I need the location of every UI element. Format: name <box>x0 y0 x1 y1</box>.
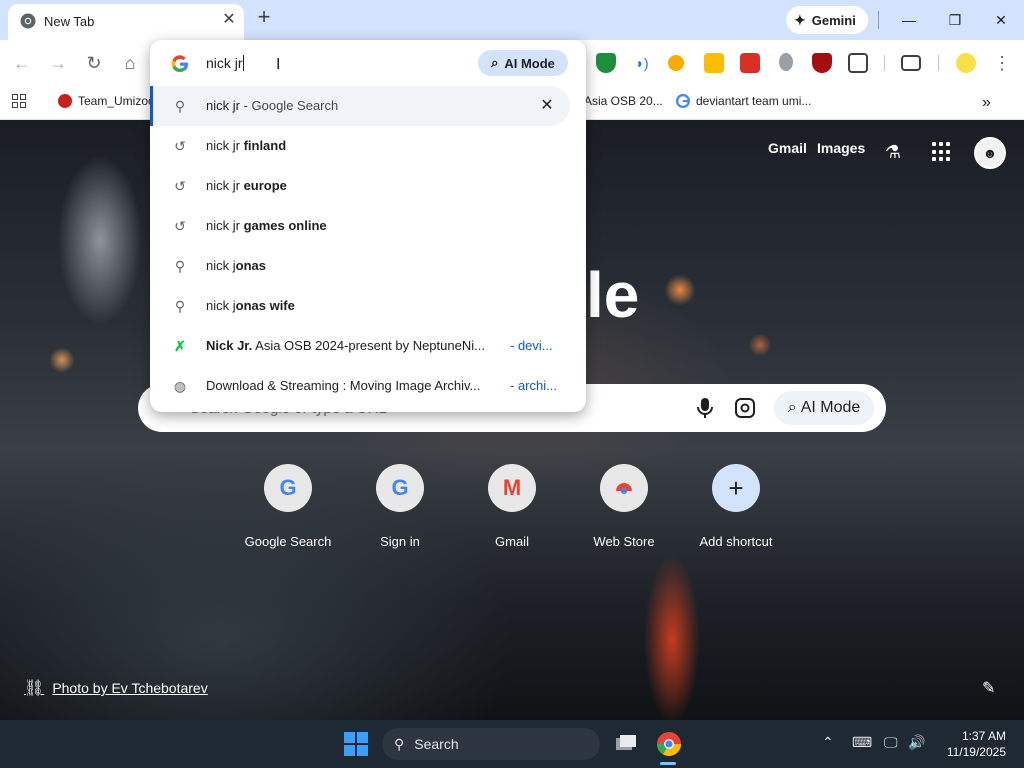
reload-button[interactable]: ↻ <box>83 52 105 74</box>
more-bookmarks-chevron-icon[interactable]: » <box>982 94 991 112</box>
images-link[interactable]: Images <box>817 140 865 156</box>
forward-button[interactable]: → <box>47 52 69 74</box>
divider <box>878 11 879 29</box>
thumbs-extension-icon[interactable] <box>740 53 760 73</box>
divider <box>884 55 885 71</box>
gemini-label: Gemini <box>811 12 856 28</box>
search-icon: ⚲ <box>394 735 405 752</box>
figure-extension-icon[interactable] <box>779 53 793 71</box>
close-tab-icon[interactable]: ✕ <box>220 11 238 29</box>
shield-extension-icon[interactable] <box>596 53 616 73</box>
shortcut-google-search[interactable]: G Google Search <box>232 464 344 564</box>
ai-search-icon: ⌕ <box>491 55 499 70</box>
tab-title: New Tab <box>44 14 95 29</box>
chrome-icon[interactable] <box>655 730 683 758</box>
minimize-button[interactable]: — <box>897 8 921 32</box>
history-icon: ↺ <box>174 218 186 234</box>
divider <box>938 55 939 71</box>
bookmark-team-umizoo[interactable]: Team_Umizoo <box>58 94 155 108</box>
ntp-ai-mode-button[interactable]: ⌕ AI Mode <box>774 391 874 425</box>
gemini-button[interactable]: ✦ Gemini <box>786 6 868 34</box>
ai-search-icon: ⌕ <box>787 399 797 416</box>
edit-pencil-icon[interactable]: ✎ <box>982 678 1002 698</box>
back-button[interactable]: ← <box>11 52 33 74</box>
windows-start-icon[interactable] <box>344 732 368 756</box>
suggestion-source: - archi... <box>510 378 557 393</box>
web-store-icon <box>600 464 648 512</box>
network-icon[interactable]: 🖵 <box>884 734 898 751</box>
bookmark-asia-osb[interactable]: Asia OSB 20... <box>584 94 663 108</box>
suggestion-row[interactable]: ⚲ nick jr - Google Search ✕ <box>150 86 570 126</box>
rss-extension-icon[interactable] <box>704 53 724 73</box>
google-g-icon: G <box>264 464 312 512</box>
keyboard-icon[interactable]: ⌨ <box>852 734 872 751</box>
suggestion-row[interactable]: ↺ nick jr europe <box>150 166 586 206</box>
history-icon: ↺ <box>174 178 186 194</box>
suggestion-row[interactable]: ◍ Download & Streaming : Moving Image Ar… <box>150 366 586 406</box>
profile-avatar-icon[interactable] <box>956 53 976 73</box>
suggestion-row[interactable]: ⚲ nick jonas <box>150 246 586 286</box>
close-window-button[interactable]: ✕ <box>989 8 1013 32</box>
shortcut-add[interactable]: + Add shortcut <box>680 464 792 564</box>
link-icon: ⛓ <box>24 680 45 697</box>
deviantart-icon: ✗ <box>174 338 186 354</box>
gmail-link[interactable]: Gmail <box>768 140 807 156</box>
omnibox-input[interactable]: nick jr <box>206 55 244 71</box>
active-app-indicator <box>660 762 676 765</box>
omnibox-ai-mode-button[interactable]: ⌕ AI Mode <box>478 50 568 76</box>
bookmark-deviantart-team[interactable]: deviantart team umi... <box>676 94 811 108</box>
globe-icon: ◍ <box>173 378 187 394</box>
taskbar-search[interactable]: ⚲ Search <box>382 728 600 760</box>
gmail-icon: M <box>488 464 536 512</box>
google-g-icon <box>676 94 690 108</box>
labs-flask-icon[interactable]: ⚗ <box>882 142 904 164</box>
suggestion-row[interactable]: ↺ nick jr finland <box>150 126 586 166</box>
chevron-up-icon[interactable]: ⌃ <box>822 734 834 751</box>
shortcut-sign-in[interactable]: G Sign in <box>344 464 456 564</box>
menu-kebab-icon[interactable]: ⋮ <box>991 52 1013 74</box>
clock[interactable]: 1:37 AM 11/19/2025 <box>930 728 1006 760</box>
new-tab-button[interactable]: + <box>252 6 276 30</box>
ublock-extension-icon[interactable] <box>812 53 832 73</box>
tab-search-icon[interactable] <box>901 55 921 71</box>
shortcut-web-store[interactable]: Web Store <box>568 464 680 564</box>
account-avatar[interactable]: ☻ <box>974 137 1006 169</box>
search-icon: ⚲ <box>174 258 186 274</box>
puzzle-extensions-icon[interactable] <box>848 53 868 73</box>
text-caret <box>242 55 244 71</box>
volume-icon[interactable]: 🔊 <box>908 734 925 751</box>
suggestion-row[interactable]: ↺ nick jr games online <box>150 206 586 246</box>
apps-grid-icon[interactable] <box>12 94 26 108</box>
google-g-icon <box>171 55 188 73</box>
google-logo: le <box>586 259 640 331</box>
suggestion-row[interactable]: ⚲ nick jonas wife <box>150 286 586 326</box>
tab-strip: New Tab ✕ + ✦ Gemini — ❐ ✕ <box>0 0 1024 40</box>
home-button[interactable]: ⌂ <box>119 52 141 74</box>
taskbar: ⚲ Search ⌃ ⌨ 🖵 🔊 1:37 AM 11/19/2025 <box>0 720 1024 768</box>
restore-button[interactable]: ❐ <box>943 8 967 32</box>
shortcut-gmail[interactable]: M Gmail <box>456 464 568 564</box>
remove-suggestion-icon[interactable]: ✕ <box>537 96 557 116</box>
ibeam-cursor-icon: I <box>276 56 281 73</box>
plus-icon: + <box>712 464 760 512</box>
google-g-icon: G <box>376 464 424 512</box>
search-icon: ⚲ <box>174 298 186 314</box>
chrome-icon <box>20 13 36 29</box>
photo-credit-link[interactable]: ⛓ Photo by Ev Tchebotarev <box>24 678 208 698</box>
youtube-icon <box>58 94 72 108</box>
task-view-icon[interactable] <box>612 730 640 758</box>
google-lens-icon[interactable] <box>734 397 756 419</box>
person-extension-icon[interactable] <box>668 55 684 71</box>
gemini-sparkle-icon: ✦ <box>794 11 806 28</box>
tab-new-tab[interactable]: New Tab ✕ <box>8 4 244 40</box>
omnibox-dropdown: nick jr I ⌕ AI Mode ⚲ nick jr - Google S… <box>150 40 586 412</box>
history-icon: ↺ <box>174 138 186 154</box>
suggestion-source: - devi... <box>510 338 553 353</box>
google-apps-icon[interactable] <box>932 142 952 162</box>
signal-extension-icon[interactable]: ◗) <box>632 53 652 73</box>
microphone-icon[interactable] <box>694 396 716 420</box>
suggestion-row[interactable]: ✗ Nick Jr. Asia OSB 2024-present by Nept… <box>150 326 586 366</box>
search-icon: ⚲ <box>174 98 186 114</box>
